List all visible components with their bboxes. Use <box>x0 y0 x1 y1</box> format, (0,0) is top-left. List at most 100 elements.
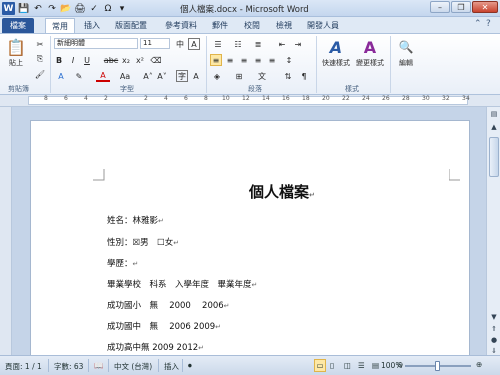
full-screen-reading-icon[interactable]: ▯ <box>330 361 334 370</box>
document-line[interactable]: 學歷：↵ <box>107 257 138 269</box>
symbol-icon[interactable]: Ω <box>102 2 114 15</box>
bold-button[interactable]: B <box>54 54 64 66</box>
clear-formatting-icon[interactable]: ⌫ <box>150 54 162 66</box>
outline-view-icon[interactable]: ☰ <box>358 361 365 370</box>
underline-button[interactable]: U <box>82 54 92 66</box>
align-center-icon[interactable]: ≡ <box>224 54 236 66</box>
phonetic-guide-icon[interactable]: 中 <box>174 38 186 50</box>
insert-mode-status[interactable]: 插入 <box>164 361 179 372</box>
maximize-button[interactable]: ❐ <box>451 1 471 13</box>
font-name-dropdown[interactable]: 新細明體 <box>54 38 138 49</box>
document-title[interactable]: 個人檔案↵ <box>249 181 315 202</box>
quick-styles-button[interactable]: A 快速樣式 <box>322 36 350 68</box>
zoom-out-icon[interactable]: ⊖ <box>397 360 403 369</box>
customize-toolbar-icon[interactable]: ▾ <box>116 2 128 15</box>
web-layout-icon[interactable]: ◫ <box>344 361 351 370</box>
decrease-indent-icon[interactable]: ⇤ <box>276 38 288 50</box>
font-size-dropdown[interactable]: 11 <box>140 38 170 49</box>
document-line[interactable]: 性別：☒男 ☐女↵ <box>107 236 179 248</box>
sort-icon[interactable]: ⇅ <box>282 70 294 82</box>
italic-button[interactable]: I <box>68 54 78 66</box>
document-line[interactable]: 成功國中 無 2006 2009↵ <box>107 320 221 332</box>
macro-record-icon[interactable]: ⏺ <box>188 361 192 371</box>
tab-developer[interactable]: 開發人員 <box>302 18 344 33</box>
tab-references[interactable]: 參考資料 <box>160 18 202 33</box>
close-button[interactable]: ✕ <box>472 1 498 13</box>
multilevel-list-icon[interactable]: ≣ <box>250 38 266 50</box>
spelling-icon[interactable]: ✓ <box>88 2 100 15</box>
shading-icon[interactable]: ◈ <box>210 70 224 82</box>
character-shading-icon[interactable]: A <box>190 70 202 82</box>
document-line[interactable]: 畢業學校 科系 入學年度 畢業年度↵ <box>107 278 257 290</box>
document-line[interactable]: 成功國小 無 2000 2006↵ <box>107 299 230 311</box>
tab-file[interactable]: 檔案 <box>2 18 34 33</box>
save-icon[interactable]: 💾 <box>18 2 30 15</box>
print-preview-icon[interactable]: 🖨 <box>74 2 86 15</box>
change-styles-button[interactable]: A 變更樣式 <box>356 36 384 68</box>
line-spacing-icon[interactable]: ↕ <box>282 54 296 66</box>
subscript-button[interactable]: x₂ <box>120 54 132 66</box>
font-color-icon[interactable]: A <box>96 70 110 82</box>
ribbon-tabs: 檔案 常用 插入 版面配置 參考資料 郵件 校閱 檢視 開發人員 ⌃ ? <box>0 17 500 33</box>
enclose-characters-icon[interactable]: 字 <box>176 70 188 82</box>
show-hide-marks-icon[interactable]: ¶ <box>298 70 310 82</box>
superscript-button[interactable]: x² <box>134 54 146 66</box>
redo-icon[interactable]: ↷ <box>46 2 58 15</box>
cut-icon[interactable]: ✂ <box>34 38 46 50</box>
tab-mailings[interactable]: 郵件 <box>208 18 232 33</box>
distributed-icon[interactable]: ≡ <box>266 54 278 66</box>
proofing-icon[interactable]: 📖 <box>94 361 103 370</box>
print-layout-view-icon[interactable]: ▭ <box>314 359 326 372</box>
document-area[interactable]: 個人檔案↵ 姓名：林雅影↵ 性別：☒男 ☐女↵ 學歷：↵ 畢業學校 科系 入學年… <box>12 107 486 355</box>
document-line[interactable]: 成功高中無 2009 2012↵ <box>107 341 204 353</box>
highlight-icon[interactable]: ✎ <box>72 70 86 82</box>
undo-icon[interactable]: ↶ <box>32 2 44 15</box>
shrink-font-icon[interactable]: A˅ <box>156 70 168 82</box>
align-left-icon[interactable]: ≡ <box>210 54 222 66</box>
open-icon[interactable]: 📂 <box>60 2 72 15</box>
borders-icon[interactable]: ⊞ <box>232 70 246 82</box>
language-status[interactable]: 中文 (台灣) <box>114 361 152 372</box>
bullets-icon[interactable]: ☰ <box>210 38 226 50</box>
help-icon[interactable]: ? <box>486 19 491 29</box>
tab-page-layout[interactable]: 版面配置 <box>110 18 152 33</box>
minimize-ribbon-icon[interactable]: ⌃ <box>474 19 482 29</box>
zoom-slider-thumb[interactable] <box>435 361 440 371</box>
word-count[interactable]: 字數: 63 <box>54 361 83 372</box>
character-border-icon[interactable]: A <box>188 38 200 50</box>
change-case-icon[interactable]: Aa <box>118 70 132 82</box>
editing-button[interactable]: 🔍 編輯 <box>396 36 416 68</box>
horizontal-ruler[interactable]: 8 6 4 2 2 4 6 8 10 12 14 16 18 20 22 24 … <box>0 95 500 107</box>
vertical-scrollbar[interactable]: ▤ ▲ ▼ ⇑ ● ⇓ <box>486 107 500 355</box>
previous-page-icon[interactable]: ⇑ <box>488 323 500 334</box>
chinese-layout-icon[interactable]: 文 <box>256 70 268 82</box>
tab-home[interactable]: 常用 <box>45 18 75 33</box>
page-count[interactable]: 頁面: 1 / 1 <box>5 361 42 372</box>
tab-insert[interactable]: 插入 <box>80 18 104 33</box>
document-page[interactable]: 個人檔案↵ 姓名：林雅影↵ 性別：☒男 ☐女↵ 學歷：↵ 畢業學校 科系 入學年… <box>30 120 470 355</box>
document-line[interactable]: 姓名：林雅影↵ <box>107 214 164 226</box>
select-browse-object-icon[interactable]: ● <box>488 334 500 345</box>
paste-button[interactable]: 📋 貼上 <box>6 36 26 68</box>
ruler-toggle-icon[interactable]: ▤ <box>488 108 500 119</box>
scroll-down-icon[interactable]: ▼ <box>488 311 500 322</box>
draft-view-icon[interactable]: ▤ <box>372 361 379 370</box>
tab-view[interactable]: 檢視 <box>272 18 296 33</box>
vertical-ruler[interactable] <box>0 107 12 355</box>
numbering-icon[interactable]: ☷ <box>230 38 246 50</box>
format-painter-icon[interactable]: 🖌 <box>34 68 46 80</box>
scroll-up-icon[interactable]: ▲ <box>488 121 500 132</box>
text-effects-icon[interactable]: A <box>54 70 68 82</box>
grow-font-icon[interactable]: A˄ <box>142 70 154 82</box>
tab-review[interactable]: 校閱 <box>240 18 264 33</box>
justify-icon[interactable]: ≡ <box>252 54 264 66</box>
word-logo-icon[interactable]: W <box>2 2 15 15</box>
minimize-button[interactable]: – <box>430 1 450 13</box>
scroll-thumb[interactable] <box>489 137 499 177</box>
change-styles-icon: A <box>363 37 377 57</box>
zoom-in-icon[interactable]: ⊕ <box>476 360 482 369</box>
copy-icon[interactable]: ⎘ <box>34 53 46 65</box>
strikethrough-button[interactable]: abc <box>104 54 118 66</box>
increase-indent-icon[interactable]: ⇥ <box>292 38 304 50</box>
align-right-icon[interactable]: ≡ <box>238 54 250 66</box>
